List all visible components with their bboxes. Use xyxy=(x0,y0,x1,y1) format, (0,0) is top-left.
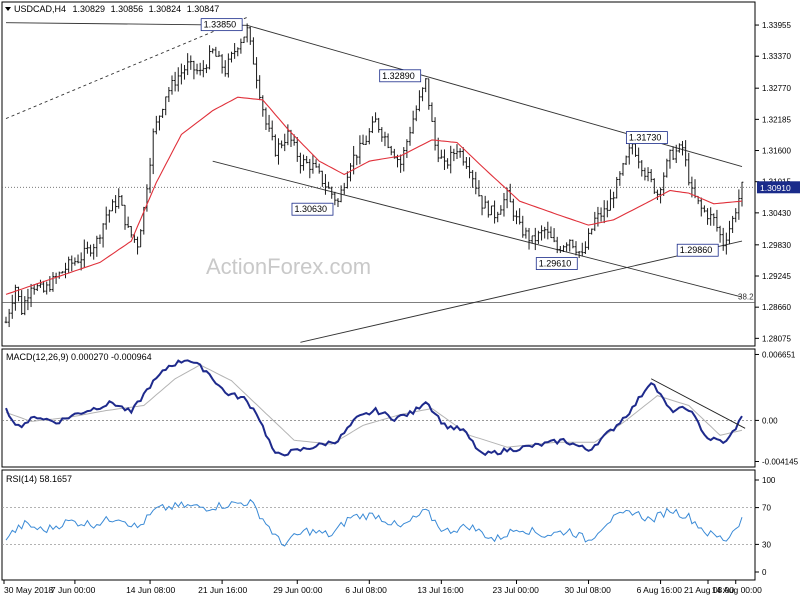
swing-price-label: 1.32890 xyxy=(379,69,422,83)
header-high: 1.30856 xyxy=(111,4,144,14)
price-axis-label: 1.33955 xyxy=(762,21,791,30)
price-header: USDCAD,H4 1.30829 1.30856 1.30824 1.3084… xyxy=(5,4,219,14)
swing-label-text: 1.30630 xyxy=(294,204,327,214)
header-open: 1.30829 xyxy=(73,4,106,14)
swing-price-label: 1.31730 xyxy=(625,131,668,144)
current-price-tag: 1.30910 xyxy=(757,181,800,194)
swing-label-text: 1.33850 xyxy=(204,20,237,30)
price-axis-label: 1.33370 xyxy=(762,52,791,61)
watermark: ActionForex.com xyxy=(206,254,371,279)
swing-price-label: 1.33850 xyxy=(200,18,243,32)
swing-label-text: 1.29860 xyxy=(680,245,713,255)
swing-price-label: 1.30630 xyxy=(291,202,334,216)
price-axis-label: 1.31600 xyxy=(762,147,791,156)
price-axis-label: 1.29830 xyxy=(762,241,791,250)
time-axis-label: 30 Jul 08:00 xyxy=(565,585,612,595)
price-axis-label: 1.28075 xyxy=(762,334,791,343)
swing-label-text: 1.29610 xyxy=(539,259,572,269)
macd-axis-label: -0.004145 xyxy=(762,457,799,466)
time-axis-label: 30 May 2018 xyxy=(4,585,53,595)
macd-axis-label: 0.006651 xyxy=(762,350,796,359)
swing-price-label: 1.29610 xyxy=(535,257,578,270)
macd-title: MACD(12,26,9) 0.000270 -0.000964 xyxy=(6,352,152,362)
swing-label-text: 1.32890 xyxy=(382,71,415,81)
price-axis-label: 1.29245 xyxy=(762,272,791,281)
price-axis-label: 1.32770 xyxy=(762,84,791,93)
header-close: 1.30847 xyxy=(187,4,220,14)
time-axis-label: 13 Jul 16:00 xyxy=(417,585,464,595)
header-symbol: USDCAD,H4 xyxy=(14,4,66,14)
rsi-axis-label: 0 xyxy=(762,568,767,577)
time-axis-label: 21 Aug 08:00 xyxy=(684,585,734,595)
time-axis-label: 6 Aug 16:00 xyxy=(637,585,683,595)
svg-text:USDCAD,H4 1.30829: USDCAD,H4 1.30829 1.30856 1.30824 1.3084… xyxy=(14,4,219,14)
time-axis-label: 14 Jun 08:00 xyxy=(126,585,175,595)
swing-price-label: 1.29860 xyxy=(676,243,719,257)
price-axis-label: 1.32185 xyxy=(762,115,791,124)
current-price-text: 1.30910 xyxy=(760,183,791,193)
time-axis-label: 29 Jun 00:00 xyxy=(273,585,322,595)
rsi-title: RSI(14) 58.1657 xyxy=(6,474,72,484)
time-axis-label: 23 Jul 00:00 xyxy=(493,585,540,595)
time-axis-label: 6 Jul 08:00 xyxy=(345,585,387,595)
macd-axis-label: 0.00 xyxy=(762,416,778,425)
time-axis-label: 21 Jun 16:00 xyxy=(198,585,247,595)
price-axis-label: 1.30430 xyxy=(762,209,791,218)
rsi-axis-label: 70 xyxy=(762,504,771,513)
rsi-axis-label: 100 xyxy=(762,476,776,485)
chart-canvas: ActionForex.com USDCAD,H4 1.30829 1.3085… xyxy=(0,0,800,600)
time-axis-label: 7 Jun 00:00 xyxy=(51,585,96,595)
header-low: 1.30824 xyxy=(149,4,182,14)
swing-label-text: 1.31730 xyxy=(629,133,662,143)
rsi-axis-label: 30 xyxy=(762,540,771,549)
price-axis-label: 1.28660 xyxy=(762,303,791,312)
